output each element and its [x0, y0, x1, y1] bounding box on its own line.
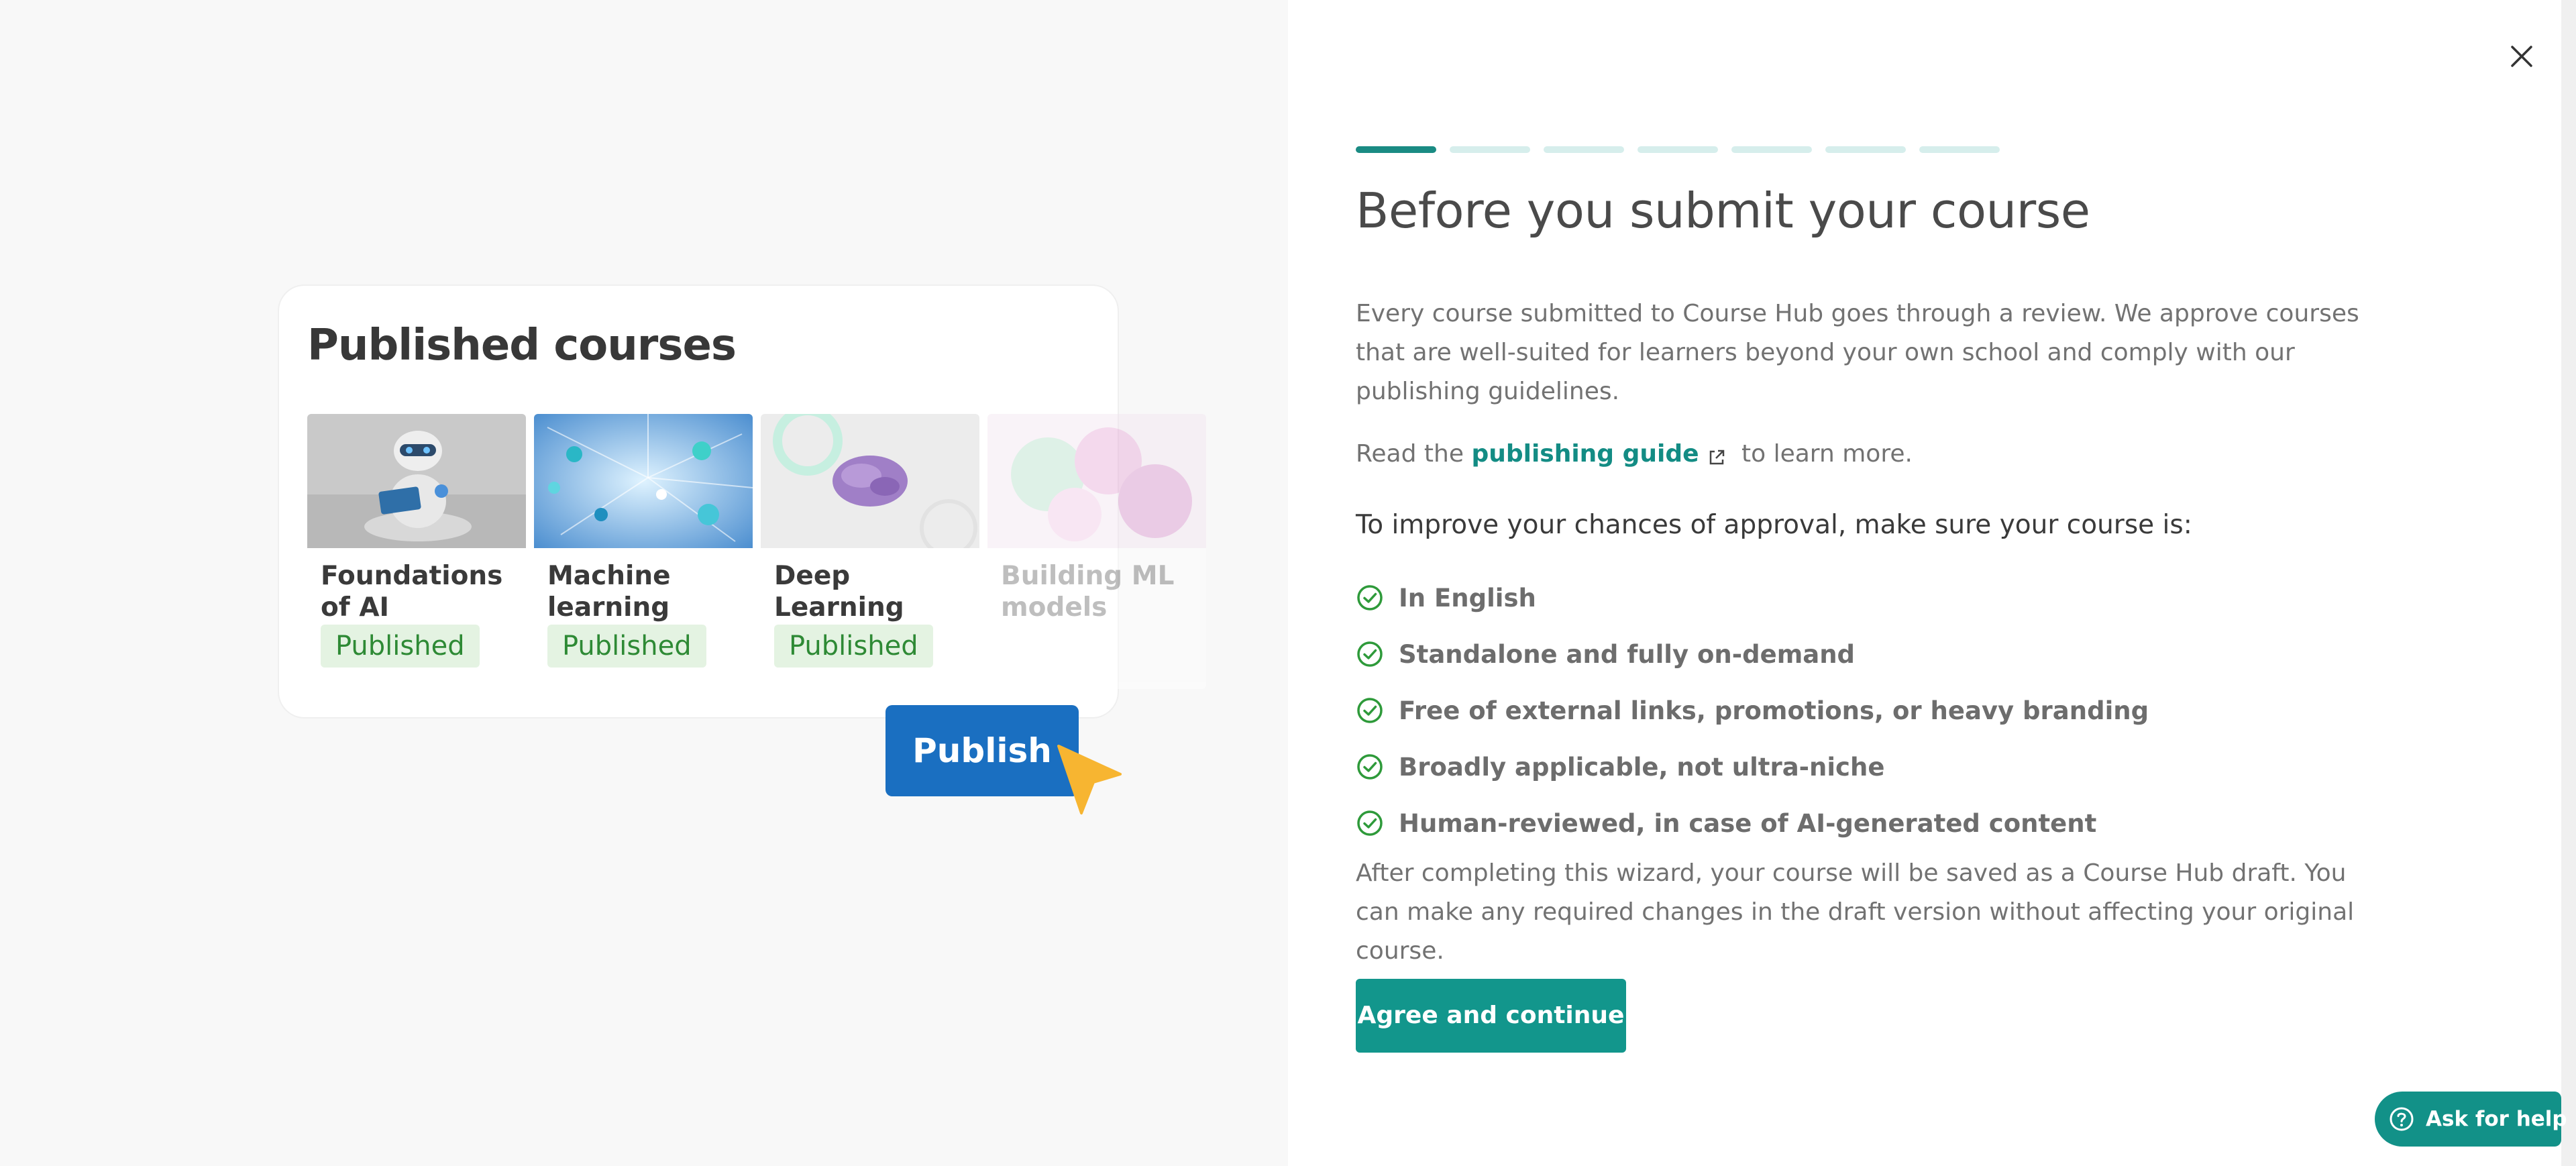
progress-step — [1919, 146, 2000, 153]
intro-text: Every course submitted to Course Hub goe… — [1356, 300, 2359, 405]
course-name: Building ML models — [1001, 561, 1175, 623]
publishing-guide-link[interactable]: publishing guide — [1471, 440, 1733, 468]
read-suffix: to learn more. — [1741, 440, 1913, 468]
agree-and-continue-button[interactable]: Agree and continue — [1356, 979, 1626, 1053]
list-item: In English — [1356, 570, 2149, 626]
check-circle-icon — [1357, 754, 1383, 780]
course-thumbnail-particles — [987, 414, 1206, 548]
outro-text: After completing this wizard, your cours… — [1356, 859, 2355, 965]
list-item-label: Broadly applicable, not ultra-niche — [1399, 752, 1885, 782]
progress-step — [1356, 146, 1436, 153]
close-button[interactable] — [2507, 42, 2536, 71]
course-thumbnail-brain — [761, 414, 979, 548]
external-link-icon — [1707, 440, 1726, 479]
list-item-label: Human-reviewed, in case of AI-generated … — [1399, 808, 2097, 838]
wizard-progress — [1356, 146, 2000, 153]
course-card: Deep Learning essentials Published — [761, 414, 979, 689]
status-badge: Published — [321, 625, 480, 668]
illustration-panel: Published courses Foundations of AI Publ… — [0, 0, 1288, 1166]
requirements-list: In English Standalone and fully on-deman… — [1356, 570, 2149, 851]
check-circle-icon — [1357, 585, 1383, 611]
list-item-label: Free of external links, promotions, or h… — [1399, 696, 2149, 725]
checklist-heading: To improve your chances of approval, mak… — [1356, 510, 2192, 540]
list-item: Free of external links, promotions, or h… — [1356, 682, 2149, 739]
list-item-label: In English — [1399, 583, 1536, 613]
check-circle-icon — [1357, 698, 1383, 723]
list-item-label: Standalone and fully on-demand — [1399, 639, 1856, 669]
progress-step — [1544, 146, 1624, 153]
course-thumbnail-robot — [307, 414, 526, 548]
list-item: Human-reviewed, in case of AI-generated … — [1356, 795, 2149, 851]
guide-line: Read the publishing guide to learn more. — [1356, 435, 2375, 479]
progress-step — [1638, 146, 1718, 153]
scrollbar[interactable] — [2561, 0, 2576, 1166]
ask-for-help-label: Ask for help — [2426, 1107, 2567, 1131]
course-thumbnail-network — [534, 414, 753, 548]
course-card: Machine learning intro Published — [534, 414, 753, 689]
progress-step — [1450, 146, 1530, 153]
publish-button: Publish — [885, 705, 1079, 796]
question-circle-icon — [2390, 1107, 2414, 1131]
read-prefix: Read the — [1356, 440, 1464, 468]
close-icon — [2511, 46, 2532, 67]
progress-step — [1731, 146, 1812, 153]
page-title: Before you submit your course — [1356, 182, 2090, 239]
ask-for-help-button[interactable]: Ask for help — [2375, 1092, 2567, 1147]
list-item: Standalone and fully on-demand — [1356, 626, 2149, 682]
course-name: Foundations of AI — [321, 561, 503, 623]
published-courses-title: Published courses — [307, 321, 737, 370]
course-card: Building ML models — [987, 414, 1206, 689]
status-badge: Published — [547, 625, 706, 668]
status-badge: Published — [774, 625, 933, 668]
progress-step — [1825, 146, 1906, 153]
check-circle-icon — [1357, 810, 1383, 836]
publishing-guide-link-label: publishing guide — [1471, 440, 1699, 468]
check-circle-icon — [1357, 641, 1383, 667]
list-item: Broadly applicable, not ultra-niche — [1356, 739, 2149, 795]
pointer-cursor-icon — [1055, 743, 1128, 820]
course-card: Foundations of AI Published — [307, 414, 526, 689]
